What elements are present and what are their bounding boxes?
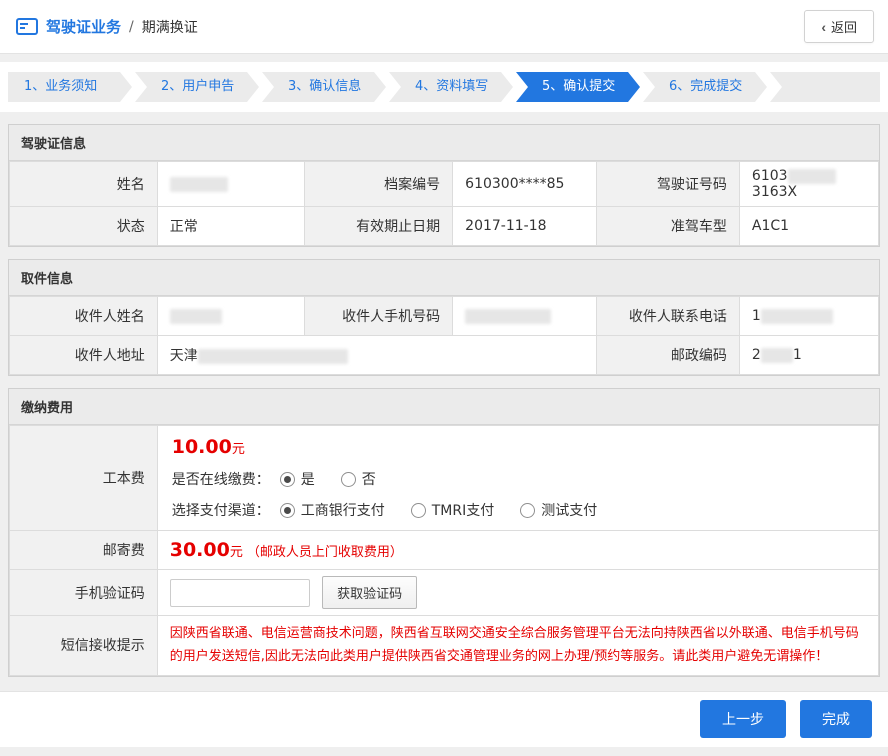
fees-section: 缴纳费用 工本费 10.00元 是否在线缴费： 是 否 [8,388,880,677]
production-fee-content: 10.00元 是否在线缴费： 是 否 选择支付渠道： [157,426,878,531]
radio-checked-icon[interactable] [280,472,295,487]
redacted-postal-code [761,348,793,363]
name-value [157,162,305,207]
online-pay-no-option[interactable]: 否 [341,469,376,489]
sms-code-content: 获取验证码 [157,570,878,616]
license-info-section: 驾驶证信息 姓名 档案编号 610300****85 驾驶证号码 6103316… [8,124,880,247]
status-value: 正常 [157,207,305,246]
sms-note-label: 短信接收提示 [10,616,158,676]
postal-code-value: 21 [739,336,878,375]
sms-code-label: 手机验证码 [10,570,158,616]
breadcrumb: 驾驶证业务 / 期满换证 [16,16,198,37]
name-label: 姓名 [10,162,158,207]
production-fee-amount: 10.00 [172,436,232,458]
recipient-name-label: 收件人姓名 [10,297,158,336]
step-1-business-notice[interactable]: 1、业务须知 [8,72,132,102]
channel-tmri-option[interactable]: TMRI支付 [411,500,495,520]
previous-step-button[interactable]: 上一步 [700,700,786,738]
pickup-section-title: 取件信息 [9,260,879,296]
license-number-label: 驾驶证号码 [596,162,739,207]
recipient-address-prefix: 天津 [170,348,198,364]
expiry-value: 2017-11-18 [453,207,596,246]
recipient-name-value [157,297,305,336]
channel-icbc-option[interactable]: 工商银行支付 [280,500,385,520]
breadcrumb-separator: / [129,19,134,35]
recipient-address-label: 收件人地址 [10,336,158,375]
production-fee-label: 工本费 [10,426,158,531]
step-5-confirm-submit[interactable]: 5、确认提交 [516,72,640,102]
channel-icbc-label: 工商银行支付 [301,500,385,520]
get-code-button[interactable]: 获取验证码 [322,576,417,609]
channel-test-label: 测试支付 [541,500,597,520]
radio-checked-icon[interactable] [280,503,295,518]
radio-unchecked-icon[interactable] [520,503,535,518]
step-wizard: 1、业务须知 2、用户申告 3、确认信息 4、资料填写 5、确认提交 6、完成提… [0,62,888,112]
step-2-user-declaration[interactable]: 2、用户申告 [135,72,259,102]
finish-button[interactable]: 完成 [800,700,872,738]
postage-fee-content: 30.00元 （邮政人员上门收取费用） [157,531,878,570]
back-button[interactable]: ‹ 返回 [804,10,874,43]
postage-fee-unit: 元 [230,545,243,560]
step-4-fill-data[interactable]: 4、资料填写 [389,72,513,102]
license-number-value: 61033163X [739,162,878,207]
online-pay-row: 是否在线缴费： 是 否 [172,469,864,489]
redacted-recipient-address [198,349,348,364]
channel-tmri-label: TMRI支付 [432,500,495,520]
footer-actions: 上一步 完成 [0,691,888,747]
sms-note-content: 因陕西省联通、电信运营商技术问题，陕西省互联网交通安全综合服务管理平台无法向持陕… [157,616,878,676]
postal-code-label: 邮政编码 [596,336,739,375]
recipient-phone-value: 1 [739,297,878,336]
breadcrumb-current: 期满换证 [142,17,198,37]
sms-note-text: 因陕西省联通、电信运营商技术问题，陕西省互联网交通安全综合服务管理平台无法向持陕… [170,622,866,669]
postage-fee-label: 邮寄费 [10,531,158,570]
online-pay-no-label: 否 [362,469,376,489]
step-3-confirm-info[interactable]: 3、确认信息 [262,72,386,102]
page-title: 驾驶证业务 [46,16,121,37]
pay-channel-row: 选择支付渠道： 工商银行支付 TMRI支付 测试支付 [172,500,864,520]
radio-unchecked-icon[interactable] [411,503,426,518]
production-fee-unit: 元 [232,442,245,457]
recipient-phone-prefix: 1 [752,308,761,324]
pickup-info-section: 取件信息 收件人姓名 收件人手机号码 收件人联系电话 1 收件人地址 天津 邮政… [8,259,880,376]
license-card-icon [16,18,38,35]
radio-unchecked-icon[interactable] [341,472,356,487]
file-number-value: 610300****85 [453,162,596,207]
file-number-label: 档案编号 [305,162,453,207]
online-pay-yes-label: 是 [301,469,315,489]
redacted-recipient-name [170,309,222,324]
vehicle-class-label: 准驾车型 [596,207,739,246]
postage-fee-amount: 30.00 [170,539,230,561]
license-number-prefix: 6103 [752,168,788,184]
postal-code-suffix: 1 [793,347,802,363]
pay-channel-question: 选择支付渠道： [172,500,270,520]
redacted-name [170,177,228,192]
step-bar-filler [770,72,880,102]
online-pay-question: 是否在线缴费： [172,469,270,489]
fees-section-title: 缴纳费用 [9,389,879,425]
page-header: 驾驶证业务 / 期满换证 ‹ 返回 [0,0,888,54]
postal-code-prefix: 2 [752,347,761,363]
expiry-label: 有效期止日期 [305,207,453,246]
status-label: 状态 [10,207,158,246]
step-6-complete-submit[interactable]: 6、完成提交 [643,72,767,102]
chevron-left-icon: ‹ [821,19,826,35]
postage-fee-note: （邮政人员上门收取费用） [247,545,403,560]
recipient-address-value: 天津 [157,336,596,375]
back-button-label: 返回 [831,17,857,36]
recipient-mobile-value [453,297,596,336]
sms-code-input[interactable] [170,579,310,607]
recipient-mobile-label: 收件人手机号码 [305,297,453,336]
license-section-title: 驾驶证信息 [9,125,879,161]
vehicle-class-value: A1C1 [739,207,878,246]
recipient-phone-label: 收件人联系电话 [596,297,739,336]
online-pay-yes-option[interactable]: 是 [280,469,315,489]
redacted-recipient-phone [761,309,833,324]
redacted-recipient-mobile [465,309,551,324]
channel-test-option[interactable]: 测试支付 [520,500,597,520]
redacted-license-number [788,169,836,184]
license-number-suffix: 3163X [752,184,797,200]
